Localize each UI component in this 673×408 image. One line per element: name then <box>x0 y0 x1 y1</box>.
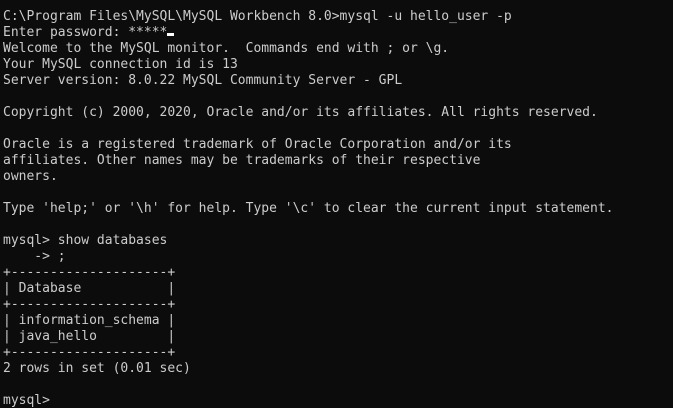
table-border-line: +--------------------+ <box>3 297 176 312</box>
terminal-output: C:\Program Files\MySQL\MySQL Workbench 8… <box>3 9 613 408</box>
terminal-line: affiliates. Other names may be trademark… <box>3 153 481 168</box>
table-border-line: +--------------------+ <box>3 345 176 360</box>
table-row: | java_hello | <box>3 329 176 344</box>
text-cursor <box>167 33 175 36</box>
terminal-line: owners. <box>3 169 58 184</box>
terminal-line: C:\Program Files\MySQL\MySQL Workbench 8… <box>3 9 512 24</box>
table-header-line: | Database | <box>3 281 176 296</box>
table-border-line: +--------------------+ <box>3 265 176 280</box>
terminal-line: Server version: 8.0.22 MySQL Community S… <box>3 73 403 88</box>
terminal-line: 2 rows in set (0.01 sec) <box>3 361 191 376</box>
terminal-line: Your MySQL connection id is 13 <box>3 57 238 72</box>
terminal-line: Welcome to the MySQL monitor. Commands e… <box>3 41 450 56</box>
terminal-line: Copyright (c) 2000, 2020, Oracle and/or … <box>3 105 598 120</box>
terminal-line: Type 'help;' or '\h' for help. Type '\c'… <box>3 201 614 216</box>
mysql-prompt-line[interactable]: mysql> <box>3 393 613 408</box>
table-row: | information_schema | <box>3 313 176 328</box>
terminal-line: mysql> show databases <box>3 233 168 248</box>
terminal-window[interactable]: C:\Program Files\MySQL\MySQL Workbench 8… <box>0 0 673 408</box>
terminal-line: Oracle is a registered trademark of Orac… <box>3 137 512 152</box>
terminal-line: -> ; <box>3 249 66 264</box>
password-prompt-text: Enter password: ***** <box>3 25 168 40</box>
password-prompt-line: Enter password: ***** <box>3 25 613 41</box>
